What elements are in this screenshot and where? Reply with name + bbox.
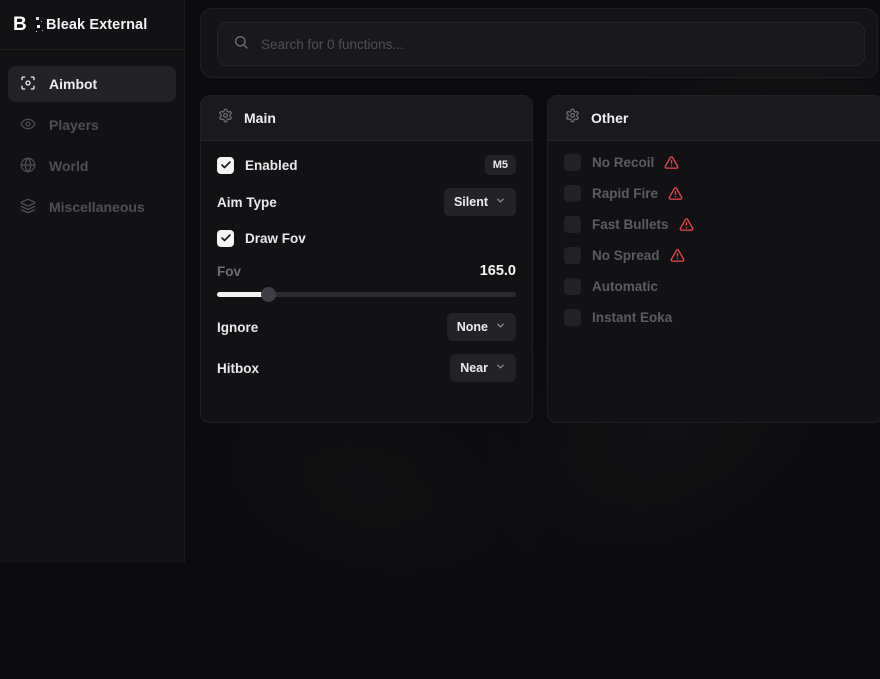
draw-fov-checkbox[interactable] [217,230,234,247]
hitbox-dropdown[interactable]: Near [450,354,516,382]
search-placeholder: Search for 0 functions... [261,37,404,52]
gear-icon [218,108,233,128]
ignore-dropdown[interactable]: None [447,313,516,341]
app-logo-icon: B [13,14,33,36]
hitbox-value: Near [460,361,488,375]
no-recoil-checkbox[interactable] [564,154,581,171]
panel-main-header: Main [201,96,532,141]
chevron-down-icon [495,193,506,211]
fov-label: Fov [217,264,241,279]
ignore-label: Ignore [217,320,258,335]
instant-eoka-checkbox[interactable] [564,309,581,326]
fov-slider[interactable] [217,287,516,301]
row-draw-fov: Draw Fov [217,227,516,249]
panel-main: Main Enabled M5 Aim Type Silent [200,95,533,423]
warning-triangle-icon [668,186,683,201]
instant-eoka-label: Instant Eoka [592,310,672,325]
app-logo-row: B Bleak External [0,0,184,50]
sidebar: B Bleak External Aimbot Players World M [0,0,185,562]
row-hitbox: Hitbox Near [217,355,516,381]
warning-triangle-icon [670,248,685,263]
search-input[interactable]: Search for 0 functions... [217,22,865,66]
sidebar-item-players[interactable]: Players [8,107,176,143]
fov-value: 165.0 [480,263,516,279]
row-enabled: Enabled M5 [217,153,516,177]
sidebar-item-label: Miscellaneous [49,199,145,215]
app-title: Bleak External [46,17,147,33]
row-aim-type: Aim Type Silent [217,189,516,215]
no-recoil-label: No Recoil [592,155,654,170]
enabled-checkbox[interactable] [217,157,234,174]
row-ignore: Ignore None [217,314,516,340]
warning-triangle-icon [664,155,679,170]
sidebar-item-aimbot[interactable]: Aimbot [8,66,176,102]
aim-type-value: Silent [454,195,488,209]
row-fov-slider [217,287,516,301]
fast-bullets-label: Fast Bullets [592,217,669,232]
panel-main-title: Main [244,110,276,126]
aim-type-label: Aim Type [217,195,277,210]
rapid-fire-label: Rapid Fire [592,186,658,201]
panel-other-title: Other [591,110,628,126]
chevron-down-icon [495,318,506,336]
automatic-checkbox[interactable] [564,278,581,295]
enabled-keybind-badge[interactable]: M5 [485,155,516,175]
row-fov: Fov 165.0 [217,262,516,280]
globe-icon [20,157,36,176]
panel-other: Other No Recoil Rapid Fire Fast Bullets [547,95,880,423]
gear-icon [565,108,580,128]
sidebar-item-label: Aimbot [49,76,97,92]
row-fast-bullets: Fast Bullets [564,215,867,233]
sidebar-item-label: World [49,158,88,174]
sidebar-item-world[interactable]: World [8,148,176,184]
topbar: Search for 0 functions... [200,8,878,78]
hitbox-label: Hitbox [217,361,259,376]
warning-triangle-icon [679,217,694,232]
panel-main-body: Enabled M5 Aim Type Silent Draw Fov Fov … [201,141,532,381]
draw-fov-label: Draw Fov [245,231,306,246]
aim-type-dropdown[interactable]: Silent [444,188,516,216]
chevron-down-icon [495,359,506,377]
search-icon [233,34,249,55]
sidebar-item-label: Players [49,117,99,133]
automatic-label: Automatic [592,279,658,294]
ignore-value: None [457,320,488,334]
row-instant-eoka: Instant Eoka [564,308,867,326]
row-no-spread: No Spread [564,246,867,264]
rapid-fire-checkbox[interactable] [564,185,581,202]
no-spread-label: No Spread [592,248,660,263]
sidebar-item-miscellaneous[interactable]: Miscellaneous [8,189,176,225]
fast-bullets-checkbox[interactable] [564,216,581,233]
fov-slider-thumb[interactable] [261,287,276,302]
enabled-label: Enabled [245,158,298,173]
layers-icon [20,198,36,217]
row-no-recoil: No Recoil [564,153,867,171]
row-rapid-fire: Rapid Fire [564,184,867,202]
no-spread-checkbox[interactable] [564,247,581,264]
sidebar-nav: Aimbot Players World Miscellaneous [0,50,184,225]
row-automatic: Automatic [564,277,867,295]
eye-icon [20,116,36,135]
panel-other-header: Other [548,96,880,141]
panel-other-body: No Recoil Rapid Fire Fast Bullets No Spr… [548,141,880,326]
aimbot-crosshair-icon [20,75,36,94]
